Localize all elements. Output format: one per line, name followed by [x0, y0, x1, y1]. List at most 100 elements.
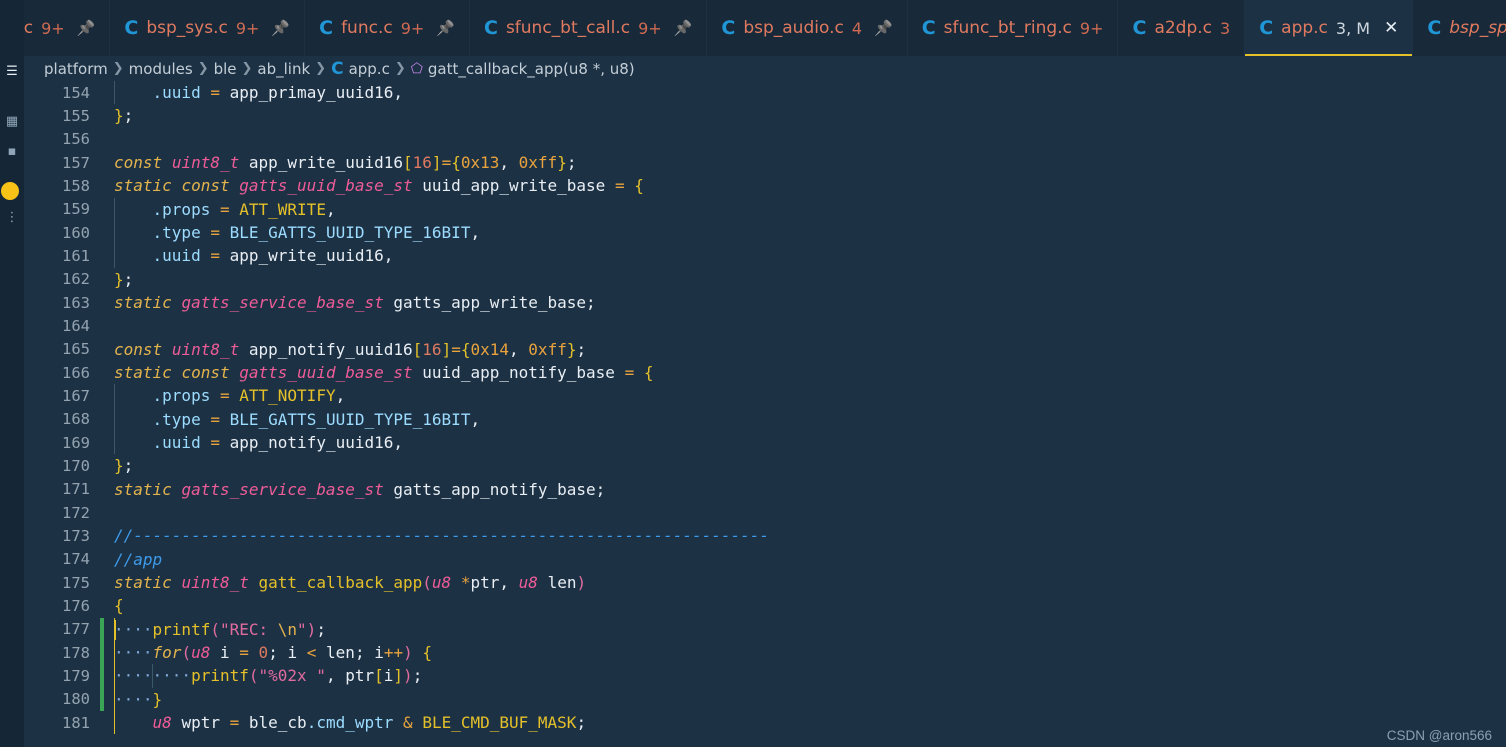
code-text[interactable] [104, 501, 1506, 524]
source-control-icon[interactable]: ▦ [2, 112, 22, 132]
text-cursor [114, 619, 116, 640]
code-text[interactable]: .props = ATT_WRITE, [104, 197, 1506, 221]
code-line[interactable]: 169 .uuid = app_notify_uuid16, [24, 430, 1506, 455]
code-line[interactable]: 177 printf("REC: \n"); ···· [24, 617, 1506, 641]
code-text[interactable]: static const gatts_uuid_base_st uuid_app… [104, 174, 1506, 197]
code-text[interactable]: const uint8_t app_notify_uuid16[16]={0x1… [104, 338, 1506, 361]
indent-guide [152, 664, 154, 688]
editor-tab-sfunc-bt-ring-c[interactable]: Csfunc_bt_ring.c 9+ [907, 0, 1119, 56]
code-text[interactable]: .type = BLE_GATTS_UUID_TYPE_16BIT, [104, 407, 1506, 431]
code-line[interactable]: 160 .type = BLE_GATTS_UUID_TYPE_16BIT, [24, 220, 1506, 245]
breadcrumb-item-symbol[interactable]: gatt_callback_app(u8 *, u8) [428, 60, 635, 78]
indent-guide [114, 197, 115, 221]
code-line[interactable]: 157 const uint8_t app_write_uuid16[16]={0… [24, 151, 1506, 174]
code-text[interactable]: }; [104, 268, 1506, 291]
code-line[interactable]: 156 [24, 128, 1506, 151]
code-line[interactable]: 172 [24, 501, 1506, 524]
code-line[interactable]: 176 { [24, 594, 1506, 617]
code-line[interactable]: 155}; [24, 104, 1506, 127]
editor-tab-func-c[interactable]: Cfunc.c 9+ 📌 [305, 0, 470, 56]
code-line[interactable]: 171 static gatts_service_base_st gatts_ap… [24, 478, 1506, 501]
tab-problem-badge: 3, M [1335, 18, 1371, 38]
line-number: 156 [62, 130, 90, 149]
code-text[interactable]: for(u8 i = 0; i < len; i++) {···· [104, 640, 1506, 665]
indent-guide [114, 640, 115, 665]
pin-icon[interactable]: 📌 [436, 19, 455, 37]
extensions-icon[interactable]: ▪ [2, 142, 22, 162]
code-line[interactable]: 173 //-----------------------------------… [24, 524, 1506, 547]
breadcrumb-item-file[interactable]: app.c [349, 60, 390, 78]
code-line[interactable]: 170}; [24, 454, 1506, 477]
code-text[interactable]: printf("%02x ", ptr[i]); ········ [104, 664, 1506, 688]
code-line[interactable]: 165 const uint8_t app_notify_uuid16[16]={… [24, 338, 1506, 361]
code-text[interactable]: }; [104, 104, 1506, 127]
breadcrumb-item-ble[interactable]: ble [214, 60, 237, 78]
code-text[interactable]: //app [104, 548, 1506, 571]
editor-tab-bsp-sys-c[interactable]: Cbsp_sys.c 9+ 📌 [110, 0, 306, 56]
code-line[interactable]: 167 .props = ATT_NOTIFY, [24, 384, 1506, 408]
code-line[interactable]: 166 static const gatts_uuid_base_st uuid_… [24, 361, 1506, 384]
code-text[interactable]: static gatts_service_base_st gatts_app_n… [104, 478, 1506, 501]
code-text[interactable]: static uint8_t gatt_callback_app(u8 *ptr… [104, 571, 1506, 594]
code-text[interactable]: { [104, 594, 1506, 617]
code-text[interactable]: u8 wptr = ble_cb.cmd_wptr & BLE_CMD_BUF_… [104, 710, 1506, 735]
editor-tab-a2dp-c[interactable]: Ca2dp.c 3 [1118, 0, 1246, 56]
explorer-icon[interactable]: ☰ [2, 62, 22, 82]
pin-icon[interactable]: 📌 [674, 19, 693, 37]
line-number: 176 [62, 596, 90, 615]
code-text[interactable]: .uuid = app_notify_uuid16, [104, 430, 1506, 455]
code-line[interactable]: 164 [24, 314, 1506, 337]
editor-tab-ids-c[interactable]: ids.c 9+ 📌 [24, 0, 111, 56]
code-text[interactable]: static gatts_service_base_st gatts_app_w… [104, 291, 1506, 314]
line-number: 165 [62, 340, 90, 359]
breadcrumb-item-ab_link[interactable]: ab_link [257, 60, 310, 78]
code-text[interactable]: .type = BLE_GATTS_UUID_TYPE_16BIT, [104, 220, 1506, 245]
code-text[interactable]: static const gatts_uuid_base_st uuid_app… [104, 361, 1506, 384]
code-line[interactable]: 179 printf("%02x ", ptr[i]); ········ [24, 664, 1506, 688]
editor-tab-sfunc-bt-call-c[interactable]: Csfunc_bt_call.c 9+ 📌 [469, 0, 708, 56]
code-line[interactable]: 163 static gatts_service_base_st gatts_ap… [24, 291, 1506, 314]
editor-tab-bsp-spp-c[interactable]: Cbsp_spp.c3 [1413, 0, 1506, 56]
code-editor[interactable]: 154 .uuid = app_primay_uuid16, 155}; 156 15… [24, 81, 1506, 747]
breadcrumb[interactable]: platform ❯ modules ❯ ble ❯ ab_link ❯ C a… [24, 56, 1506, 81]
vscode-window: ☰ ▦ ▪ ⋮ ids.c9+📌Cbsp_sys.c9+📌Cfunc.c9+📌C… [0, 0, 1506, 747]
code-text[interactable]: //--------------------------------------… [104, 524, 1506, 547]
code-line[interactable]: 162}; [24, 268, 1506, 291]
problems-badge[interactable] [1, 182, 19, 200]
indent-guide [114, 664, 115, 688]
code-line[interactable]: 159 .props = ATT_WRITE, [24, 197, 1506, 221]
code-line[interactable]: 168 .type = BLE_GATTS_UUID_TYPE_16BIT, [24, 407, 1506, 431]
breadcrumb-item-platform[interactable]: platform [44, 60, 108, 78]
code-text[interactable]: } ···· [104, 687, 1506, 711]
code-line[interactable]: 181 u8 wptr = ble_cb.cmd_wptr & BLE_CMD_… [24, 710, 1506, 735]
code-text[interactable]: .uuid = app_primay_uuid16, [104, 81, 1506, 105]
code-line[interactable]: 180 } ···· [24, 687, 1506, 711]
line-number: 155 [62, 106, 90, 125]
line-number: 173 [62, 526, 90, 545]
code-text[interactable] [104, 314, 1506, 337]
breadcrumb-item-modules[interactable]: modules [129, 60, 193, 78]
editor-tab-bsp-audio-c[interactable]: Cbsp_audio.c 4 📌 [707, 0, 908, 56]
editor-tab-app-c[interactable]: Capp.c 3, M ✕ [1245, 0, 1414, 56]
code-text[interactable]: }; [104, 454, 1506, 477]
pin-icon[interactable]: 📌 [77, 19, 96, 37]
code-line[interactable]: 178 for(u8 i = 0; i < len; i++) {···· [24, 640, 1506, 665]
code-text[interactable]: printf("REC: \n"); ···· [104, 617, 1506, 641]
symbol-method-icon: ⬠ [410, 60, 423, 77]
code-line[interactable]: 154 .uuid = app_primay_uuid16, [24, 81, 1506, 105]
run-debug-icon[interactable]: ⋮ [2, 208, 22, 228]
pin-icon[interactable]: 📌 [874, 19, 893, 37]
code-text[interactable]: .uuid = app_write_uuid16, [104, 244, 1506, 268]
tab-label: sfunc_bt_ring.c [943, 18, 1072, 38]
code-text[interactable]: const uint8_t app_write_uuid16[16]={0x13… [104, 151, 1506, 174]
code-line[interactable]: 175 static uint8_t gatt_callback_app(u8 *… [24, 571, 1506, 594]
code-text[interactable]: .props = ATT_NOTIFY, [104, 384, 1506, 408]
code-line[interactable]: 158 static const gatts_uuid_base_st uuid_… [24, 174, 1506, 197]
code-line[interactable]: 174 //app [24, 548, 1506, 571]
editor-tab-bar[interactable]: ids.c9+📌Cbsp_sys.c9+📌Cfunc.c9+📌Csfunc_bt… [24, 0, 1506, 56]
code-line[interactable]: 161 .uuid = app_write_uuid16, [24, 244, 1506, 268]
chevron-right-icon: ❯ [112, 61, 124, 76]
close-icon[interactable]: ✕ [1384, 18, 1398, 38]
pin-icon[interactable]: 📌 [271, 19, 290, 37]
code-text[interactable] [104, 128, 1506, 151]
